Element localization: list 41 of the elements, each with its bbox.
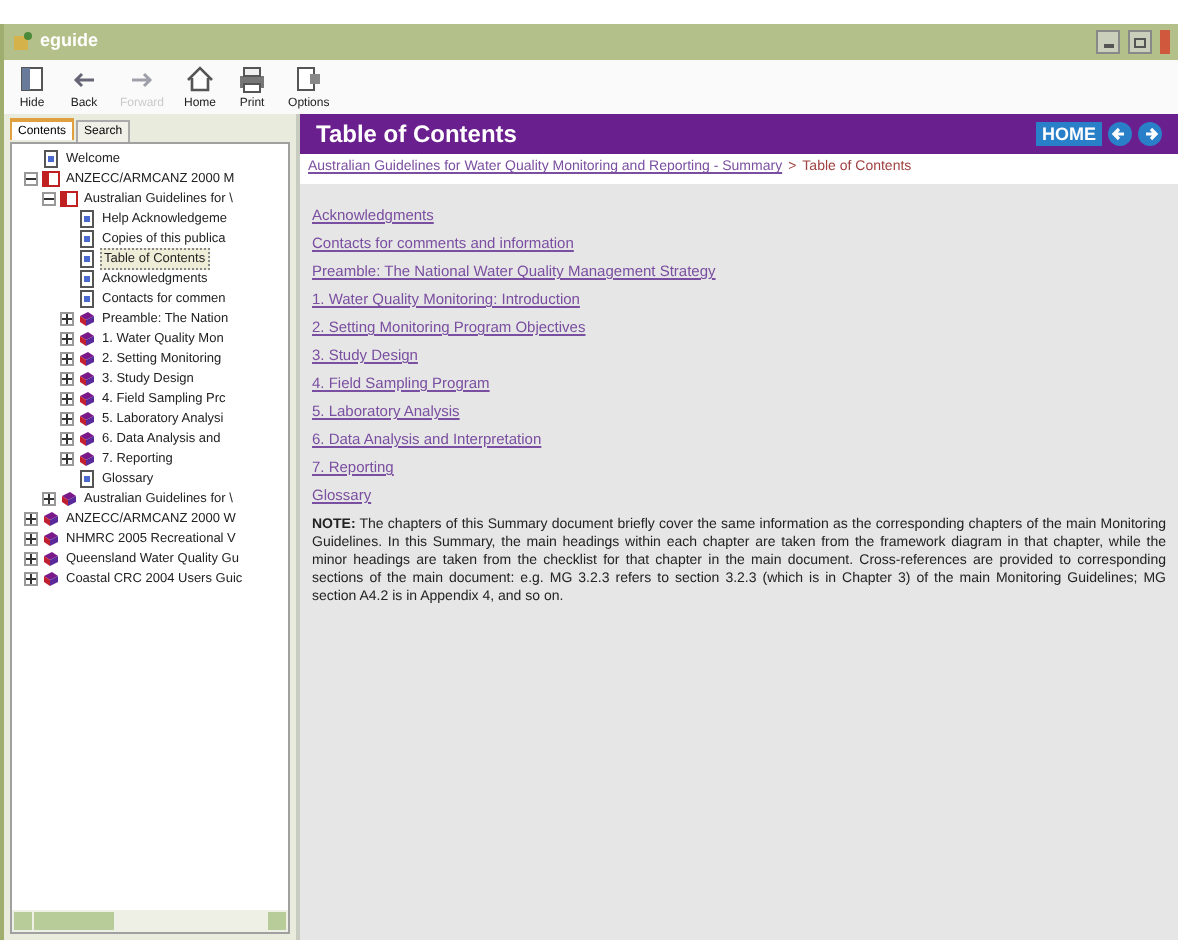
expand-icon[interactable] [24, 571, 38, 585]
book-icon [78, 429, 96, 447]
book-icon [78, 369, 96, 387]
book-icon [60, 489, 78, 507]
window-title: eguide [40, 28, 99, 55]
book-icon [78, 349, 96, 367]
book-icon [78, 329, 96, 347]
expand-icon[interactable] [60, 451, 74, 465]
page-icon [42, 149, 60, 167]
book-icon [42, 549, 60, 567]
page-icon [78, 469, 96, 487]
horizontal-scrollbar[interactable] [12, 910, 288, 932]
page-title: Table of Contents [316, 118, 517, 152]
expand-icon[interactable] [60, 311, 74, 325]
expand-icon[interactable] [60, 411, 74, 425]
book-icon [78, 389, 96, 407]
expand-icon[interactable] [60, 331, 74, 345]
book-icon [42, 529, 60, 547]
book-icon [78, 449, 96, 467]
home-button[interactable]: HOME [1036, 122, 1102, 146]
book-icon [78, 309, 96, 327]
expand-icon[interactable] [24, 511, 38, 525]
forward-arrow-icon[interactable] [1138, 122, 1162, 146]
book-icon [42, 569, 60, 587]
expand-icon[interactable] [24, 531, 38, 545]
expand-icon[interactable] [24, 551, 38, 565]
maximize-button[interactable] [1128, 30, 1152, 54]
back-arrow-icon[interactable] [1108, 122, 1132, 146]
book-icon [42, 509, 60, 527]
minimize-button[interactable] [1096, 30, 1120, 54]
expand-icon[interactable] [60, 371, 74, 385]
open-book-icon [60, 189, 78, 207]
app-icon [12, 32, 32, 52]
expand-icon[interactable] [60, 431, 74, 445]
collapse-icon[interactable] [42, 191, 56, 205]
expand-icon[interactable] [60, 391, 74, 405]
collapse-icon[interactable] [24, 171, 38, 185]
expand-icon[interactable] [60, 351, 74, 365]
open-book-icon [42, 169, 60, 187]
book-icon [78, 409, 96, 427]
expand-icon[interactable] [42, 491, 56, 505]
